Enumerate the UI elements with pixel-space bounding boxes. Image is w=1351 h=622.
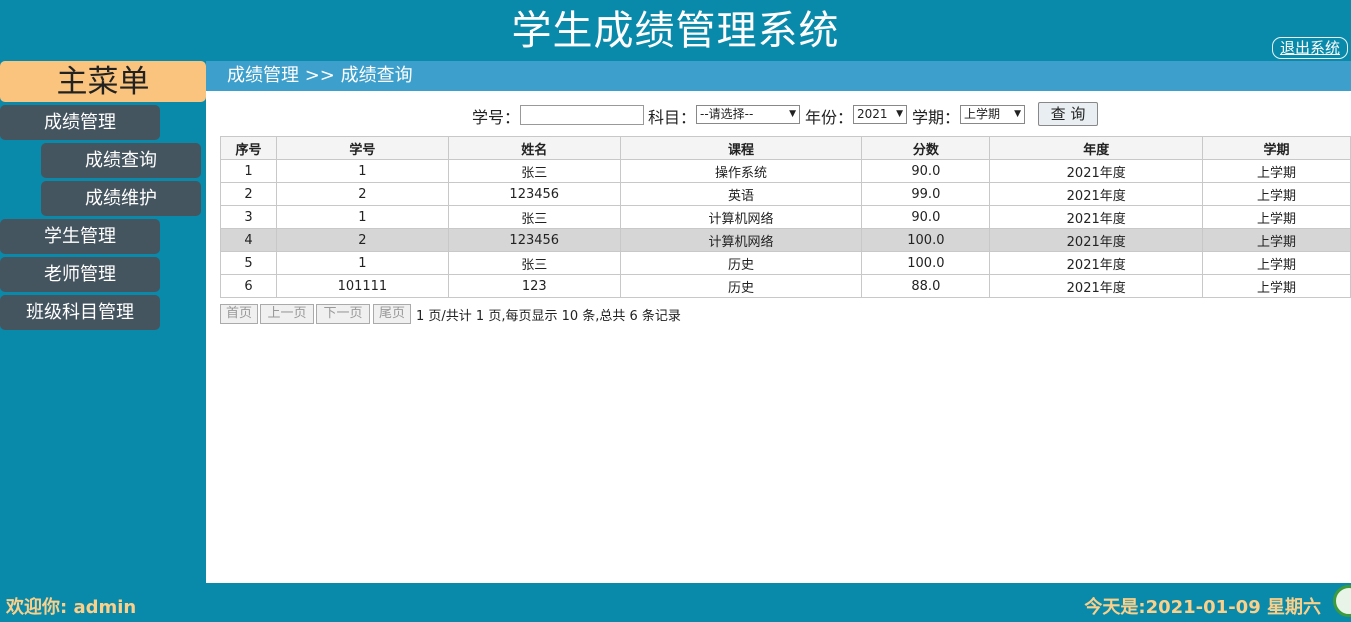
cell-name: 张三 — [447, 159, 621, 183]
cell-year: 2021年度 — [989, 228, 1204, 252]
first-page-button[interactable]: 首页 — [220, 304, 258, 324]
table-row[interactable]: 3 1 张三 计算机网络 90.0 2021年度 上学期 — [220, 205, 1351, 229]
cell-index: 5 — [220, 251, 277, 275]
cell-name: 张三 — [447, 205, 621, 229]
sidebar-item-student-management[interactable]: 学生管理 — [0, 219, 160, 254]
table-row[interactable]: 2 2 123456 英语 99.0 2021年度 上学期 — [220, 182, 1351, 206]
cell-score: 99.0 — [861, 182, 991, 206]
breadcrumb: 成绩管理 >> 成绩查询 — [206, 61, 1351, 91]
today-date: 今天是:2021-01-09 星期六 — [1084, 597, 1321, 618]
cell-term: 上学期 — [1202, 205, 1351, 229]
cell-term: 上学期 — [1202, 251, 1351, 275]
term-select-value: 上学期 — [964, 107, 1001, 121]
table-row[interactable]: 5 1 张三 历史 100.0 2021年度 上学期 — [220, 251, 1351, 275]
cell-name: 123 — [447, 274, 621, 298]
cell-index: 6 — [220, 274, 277, 298]
score-table: 序号 学号 姓名 课程 分数 年度 学期 1 1 张三 操作系统 90.0 20… — [220, 136, 1351, 298]
corner-badge-icon — [1333, 585, 1351, 617]
cell-course: 操作系统 — [619, 159, 863, 183]
col-header-year: 年度 — [989, 136, 1204, 160]
pagination-info: 1 页/共计 1 页,每页显示 10 条,总共 6 条记录 — [416, 309, 681, 324]
cell-score: 90.0 — [861, 159, 991, 183]
cell-student-no: 1 — [275, 251, 449, 275]
cell-course: 英语 — [619, 182, 863, 206]
cell-year: 2021年度 — [989, 159, 1204, 183]
subject-select[interactable]: --请选择-- — [696, 105, 800, 124]
cell-name: 123456 — [447, 228, 621, 252]
cell-course: 计算机网络 — [619, 228, 863, 252]
cell-year: 2021年度 — [989, 251, 1204, 275]
cell-year: 2021年度 — [989, 205, 1204, 229]
subject-label: 科目： — [648, 108, 697, 127]
cell-term: 上学期 — [1202, 274, 1351, 298]
student-no-input[interactable] — [520, 105, 644, 125]
cell-index: 2 — [220, 182, 277, 206]
cell-index: 3 — [220, 205, 277, 229]
sidebar-item-score-maintenance[interactable]: 成绩维护 — [41, 181, 201, 216]
header: 学生成绩管理系统 退出系统 — [0, 0, 1351, 61]
cell-term: 上学期 — [1202, 182, 1351, 206]
cell-score: 90.0 — [861, 205, 991, 229]
sidebar-item-score-query[interactable]: 成绩查询 — [41, 143, 201, 178]
student-no-label: 学号： — [472, 108, 521, 127]
col-header-index: 序号 — [220, 136, 277, 160]
cell-course: 计算机网络 — [619, 205, 863, 229]
cell-name: 张三 — [447, 251, 621, 275]
cell-student-no: 1 — [275, 205, 449, 229]
term-label: 学期： — [912, 108, 961, 127]
table-row[interactable]: 1 1 张三 操作系统 90.0 2021年度 上学期 — [220, 159, 1351, 183]
main-content: 成绩管理 >> 成绩查询 学号： 科目： --请选择-- 年份： 2021 学期… — [206, 61, 1351, 583]
table-row[interactable]: 6 101111 123 历史 88.0 2021年度 上学期 — [220, 274, 1351, 298]
page-title: 学生成绩管理系统 — [511, 8, 840, 54]
query-button[interactable]: 查 询 — [1038, 102, 1098, 126]
year-label: 年份： — [805, 108, 854, 127]
cell-course: 历史 — [619, 251, 863, 275]
sidebar-item-score-management[interactable]: 成绩管理 — [0, 105, 160, 140]
welcome-text: 欢迎你: admin — [6, 597, 137, 618]
cell-student-no: 2 — [275, 228, 449, 252]
sidebar-item-class-subject-management[interactable]: 班级科目管理 — [0, 295, 160, 330]
cell-student-no: 101111 — [275, 274, 449, 298]
col-header-name: 姓名 — [447, 136, 621, 160]
cell-course: 历史 — [619, 274, 863, 298]
year-select-value: 2021 — [857, 107, 888, 121]
col-header-student-no: 学号 — [275, 136, 449, 160]
subject-select-value: --请选择-- — [700, 107, 754, 121]
cell-student-no: 1 — [275, 159, 449, 183]
col-header-score: 分数 — [861, 136, 991, 160]
cell-year: 2021年度 — [989, 182, 1204, 206]
year-select[interactable]: 2021 — [853, 105, 907, 124]
footer: 欢迎你: admin 今天是:2021-01-09 星期六 — [0, 583, 1351, 622]
table-header-row: 序号 学号 姓名 课程 分数 年度 学期 — [220, 136, 1351, 160]
next-page-button[interactable]: 下一页 — [316, 304, 370, 324]
col-header-course: 课程 — [619, 136, 863, 160]
term-select[interactable]: 上学期 — [960, 105, 1025, 124]
cell-student-no: 2 — [275, 182, 449, 206]
logout-button[interactable]: 退出系统 — [1271, 37, 1348, 59]
sidebar: 主菜单 成绩管理 成绩查询 成绩维护 学生管理 老师管理 班级科目管理 — [0, 61, 206, 583]
table-row-highlighted[interactable]: 4 2 123456 计算机网络 100.0 2021年度 上学期 — [220, 228, 1351, 252]
cell-score: 100.0 — [861, 228, 991, 252]
last-page-button[interactable]: 尾页 — [373, 304, 411, 324]
sidebar-title: 主菜单 — [0, 61, 206, 102]
cell-index: 1 — [220, 159, 277, 183]
cell-year: 2021年度 — [989, 274, 1204, 298]
cell-name: 123456 — [447, 182, 621, 206]
cell-score: 88.0 — [861, 274, 991, 298]
sidebar-item-teacher-management[interactable]: 老师管理 — [0, 257, 160, 292]
cell-term: 上学期 — [1202, 228, 1351, 252]
col-header-term: 学期 — [1202, 136, 1351, 160]
cell-index: 4 — [220, 228, 277, 252]
prev-page-button[interactable]: 上一页 — [260, 304, 314, 324]
cell-term: 上学期 — [1202, 159, 1351, 183]
search-bar: 学号： 科目： --请选择-- 年份： 2021 学期： 上学期 查 询 — [206, 101, 1351, 127]
cell-score: 100.0 — [861, 251, 991, 275]
